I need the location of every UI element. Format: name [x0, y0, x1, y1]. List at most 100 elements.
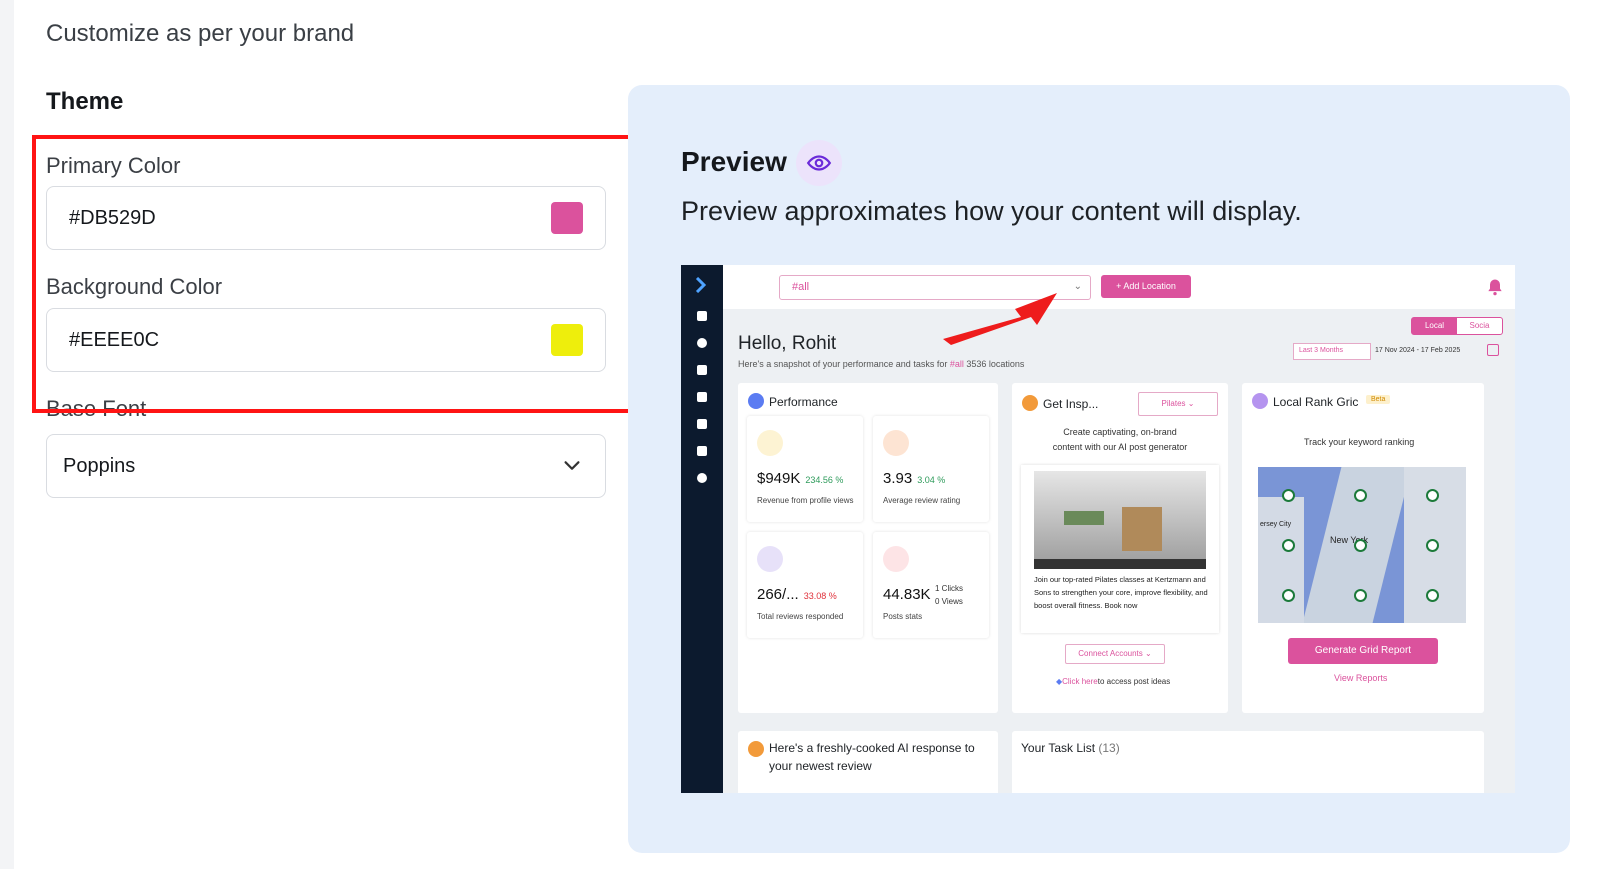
- chat-icon: [697, 419, 707, 429]
- rank-pin[interactable]: [1354, 489, 1367, 502]
- rank-pin[interactable]: [1282, 589, 1295, 602]
- rank-pin[interactable]: [1426, 489, 1439, 502]
- star-icon: [883, 430, 909, 456]
- image-icon: [697, 392, 707, 402]
- logo-icon: [695, 277, 707, 293]
- snapshot-link[interactable]: #all: [950, 359, 964, 369]
- stat-change: 33.08 %: [803, 591, 837, 601]
- inspire-title: Get Insp...: [1043, 397, 1099, 411]
- bell-icon[interactable]: [1485, 277, 1505, 297]
- rank-pin[interactable]: [1426, 589, 1439, 602]
- views-count: 0 Views: [935, 597, 963, 606]
- bag-shape: [1122, 507, 1162, 551]
- rank-title: Local Rank Gric: [1273, 395, 1359, 409]
- toggle-social[interactable]: Socia: [1457, 318, 1502, 334]
- stat-label: Total reviews responded: [757, 612, 844, 621]
- eye-icon: [796, 140, 842, 186]
- rank-pin[interactable]: [1354, 539, 1367, 552]
- laptop-edge: [1034, 559, 1206, 569]
- stat-value: 3.93: [883, 470, 913, 487]
- preview-topbar: #all⌄ + Add Location RA: [723, 265, 1515, 309]
- stat-revenue: $949K 234.56 % Revenue from profile views: [747, 416, 863, 522]
- rank-subtitle: Track your keyword ranking: [1304, 437, 1415, 447]
- post-text: Join our top-rated Pilates classes at Ke…: [1034, 575, 1208, 610]
- map-label-jersey: ersey City: [1260, 521, 1292, 528]
- chevron-down-icon: ⌄: [1187, 399, 1195, 408]
- task-list-panel: Your Task List (13): [1012, 731, 1484, 793]
- inspire-dropdown-value: Pilates: [1161, 399, 1186, 408]
- click-here-line: ◆Click hereto access post ideas: [1056, 677, 1170, 686]
- greeting: Hello, Rohit: [738, 333, 837, 354]
- arrow-annotation-icon: [943, 293, 1057, 345]
- chevron-down-icon: ⌄: [1145, 649, 1152, 658]
- cash-shape: [1064, 511, 1104, 525]
- rank-pin[interactable]: [1354, 589, 1367, 602]
- connect-accounts-label: Connect Accounts: [1078, 649, 1143, 658]
- preview-description: Preview approximates how your content wi…: [681, 196, 1302, 226]
- trend-icon: [883, 546, 909, 572]
- map-land-west: [1258, 497, 1304, 623]
- stat-change: 234.56 %: [805, 475, 844, 485]
- inspire-line2: content with our AI post generator: [1052, 442, 1188, 452]
- location-select-value: #all: [792, 281, 810, 293]
- task-list-count: (13): [1098, 741, 1120, 755]
- post-card: Join our top-rated Pilates classes at Ke…: [1021, 465, 1219, 633]
- date-range: 17 Nov 2024 - 17 Feb 2025: [1375, 347, 1461, 354]
- chevron-down-icon: [564, 461, 580, 470]
- stat-change: 3.04 %: [917, 475, 946, 485]
- home-icon: [697, 311, 707, 321]
- preview-screenshot: #all⌄ + Add Location RA Hello, Rohit Her…: [681, 265, 1515, 793]
- range-select[interactable]: Last 3 Months: [1293, 343, 1371, 360]
- base-font-value: Poppins: [63, 454, 136, 477]
- calendar-icon[interactable]: [1487, 344, 1499, 356]
- stat-label: Posts stats: [883, 612, 923, 621]
- stat-value: 266/...: [757, 586, 799, 603]
- snapshot-post: 3536 locations: [963, 359, 1025, 369]
- inspire-intro: Create captivating, on-brand content wit…: [1012, 425, 1228, 455]
- settings-icon: [697, 473, 707, 483]
- task-list-title-text: Your Task List: [1021, 741, 1096, 755]
- inspire-dropdown[interactable]: Pilates ⌄: [1138, 392, 1218, 416]
- snapshot-text: Here's a snapshot of your performance an…: [738, 359, 1024, 369]
- star-icon: [697, 365, 707, 375]
- rank-pin[interactable]: [1426, 539, 1439, 552]
- eye-icon: [757, 430, 783, 456]
- base-font-select[interactable]: Poppins: [46, 434, 606, 498]
- ai-response-line1: Here's a freshly-cooked AI response to: [769, 741, 975, 755]
- inspire-line1: Create captivating, on-brand: [1063, 427, 1177, 437]
- stat-rating: 3.93 3.04 % Average review rating: [873, 416, 989, 522]
- ai-response-panel: Here's a freshly-cooked AI response to y…: [738, 731, 998, 793]
- click-here-link[interactable]: Click here: [1062, 677, 1098, 686]
- generate-grid-report-button[interactable]: Generate Grid Report: [1288, 638, 1438, 664]
- stat-posts: 44.83K 1 Clicks 0 Views Posts stats: [873, 532, 989, 638]
- page-title: Customize as per your brand: [46, 20, 355, 47]
- rank-pin[interactable]: [1282, 539, 1295, 552]
- smile-icon: [1022, 395, 1038, 411]
- rank-pin[interactable]: [1282, 489, 1295, 502]
- stat-label: Revenue from profile views: [757, 496, 854, 505]
- rank-panel: Local Rank Gric Beta Track your keyword …: [1242, 383, 1484, 713]
- add-location-button[interactable]: + Add Location: [1101, 275, 1191, 298]
- performance-panel: Performance $949K 234.56 % Revenue from p…: [738, 383, 998, 713]
- pin-icon: [1252, 393, 1268, 409]
- connect-accounts-button[interactable]: Connect Accounts ⌄: [1065, 644, 1165, 664]
- chart-up-icon: [748, 393, 764, 409]
- task-list-title: Your Task List (13): [1021, 741, 1120, 755]
- star-badge-icon: [748, 741, 764, 757]
- inspire-panel: Get Insp... Pilates ⌄ Create captivating…: [1012, 383, 1228, 713]
- posts-counts: 1 Clicks 0 Views: [935, 582, 963, 608]
- performance-title: Performance: [769, 395, 838, 409]
- snapshot-pre: Here's a snapshot of your performance an…: [738, 359, 950, 369]
- local-social-toggle[interactable]: Local Socia: [1411, 317, 1503, 335]
- post-image: [1034, 471, 1206, 569]
- rank-map: New York ersey City: [1258, 467, 1466, 623]
- chevron-down-icon: ⌄: [1073, 281, 1082, 292]
- beta-badge: Beta: [1366, 395, 1391, 404]
- location-icon: [697, 338, 707, 348]
- view-reports-link[interactable]: View Reports: [1334, 673, 1387, 683]
- click-here-post: to access post ideas: [1097, 677, 1171, 686]
- clicks-count: 1 Clicks: [935, 584, 964, 593]
- preview-title: Preview: [681, 146, 787, 177]
- toggle-local[interactable]: Local: [1412, 318, 1457, 334]
- stat-label: Average review rating: [883, 496, 961, 505]
